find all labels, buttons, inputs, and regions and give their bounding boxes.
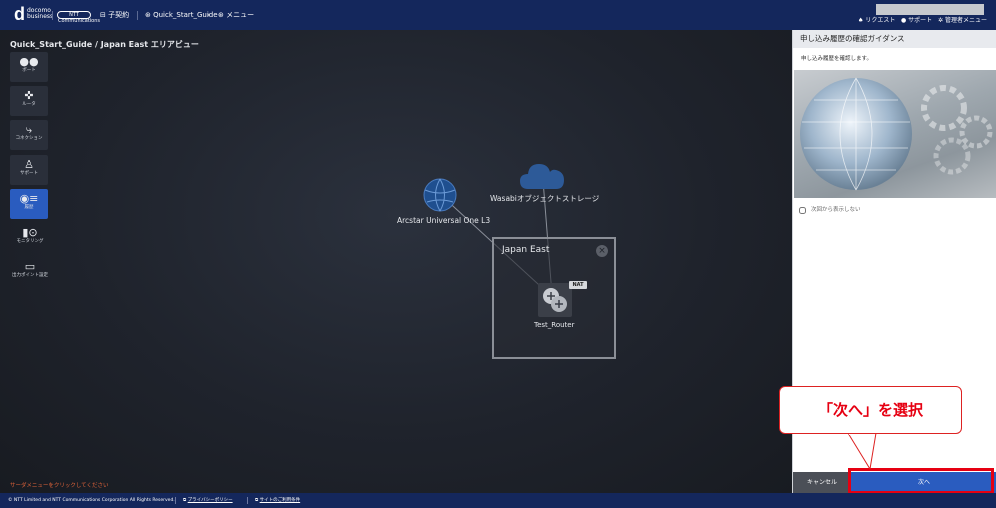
contract-icon: ⊟ [100, 11, 106, 19]
top-bar: d docomo business NTT Communications ⊟ 子… [0, 0, 996, 30]
area-view-canvas: Quick_Start_Guide / Japan East エリアビュー ●●… [0, 30, 792, 493]
copyright-text: © NTT Limited and NTT Communications Cor… [8, 498, 175, 503]
guidance-description: 申し込み履歴を確認します。 [801, 56, 872, 62]
breadcrumb-chevron-icon: › [207, 11, 210, 19]
arcstar-node-label: Arcstar Universal One L3 [397, 216, 491, 225]
support-link[interactable]: ● サポート [901, 17, 932, 25]
next-button-highlight [848, 468, 994, 494]
docomo-logo-text: docomo business [27, 7, 54, 20]
footer: © NTT Limited and NTT Communications Cor… [0, 493, 996, 508]
guidance-image [794, 70, 996, 198]
hint-text: サーダメニューをクリックしてください [10, 483, 109, 489]
contract-link[interactable]: ⊟ 子契約 [100, 10, 129, 20]
bell-icon: ♠ [858, 17, 864, 24]
terms-link[interactable]: ⧉ サイトのご利用条件 [255, 493, 300, 508]
wasabi-node-label: Wasabiオブジェクトストレージ [490, 194, 600, 203]
project-icon: ⊛ [145, 11, 151, 19]
external-link-icon: ⧉ [255, 498, 259, 503]
help-icon: ● [901, 17, 907, 24]
external-link-icon: ⧉ [183, 498, 187, 503]
guidance-title: 申し込み履歴の確認ガイダンス [793, 30, 996, 48]
do-not-show-checkbox[interactable] [799, 207, 806, 214]
request-link[interactable]: ♠ リクエスト [858, 17, 895, 25]
docomo-logo-mark[interactable]: d [14, 5, 25, 23]
callout-tail [847, 433, 877, 469]
globe-illustration [800, 77, 993, 191]
menu-icon: ⊛ [218, 11, 224, 19]
region-japan-east[interactable]: Japan East × NAT Test_Router [492, 237, 616, 359]
connection-lines [441, 179, 553, 296]
globe-icon[interactable] [423, 178, 457, 212]
breadcrumb-menu[interactable]: ⊛ メニュー [218, 10, 254, 20]
user-name-box [876, 4, 984, 15]
header-divider [137, 11, 138, 20]
footer-divider [247, 497, 248, 504]
do-not-show-label: 次回から表示しない [811, 207, 861, 213]
router-node-icon[interactable] [538, 283, 572, 317]
gear-icon: ✲ [938, 17, 944, 24]
instruction-callout: 「次へ」を選択 [779, 386, 962, 434]
router-node-label: Test_Router [534, 321, 575, 329]
admin-menu-link[interactable]: ✲ 管理者メニュー [938, 17, 987, 25]
privacy-link[interactable]: ⧉ プライバシーポリシー [183, 493, 233, 508]
nat-badge: NAT [569, 281, 587, 289]
cloud-icon[interactable] [518, 159, 566, 193]
cancel-button[interactable]: キャンセル [793, 472, 851, 493]
close-icon[interactable]: × [596, 245, 608, 257]
region-title: Japan East [502, 245, 550, 255]
ntt-logo: NTT Communications [57, 11, 101, 24]
header-divider [52, 11, 53, 20]
footer-divider [175, 497, 176, 504]
